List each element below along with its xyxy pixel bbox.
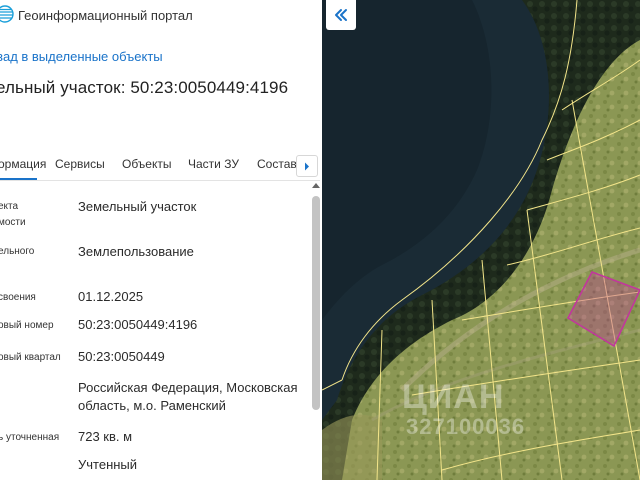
prop-label-object-type-2: мости — [0, 217, 26, 228]
chevron-right-icon — [305, 162, 309, 171]
prop-label-land-type: ельного — [0, 246, 35, 257]
portal-header: Геоинформационный портал — [0, 0, 322, 32]
prop-label-cadastral-quarter: овый квартал — [0, 352, 61, 363]
tabs-divider — [0, 180, 320, 181]
tab-bar: ормация Сервисы Объекты Части ЗУ Состав — [0, 150, 322, 180]
double-chevron-left-icon — [335, 9, 347, 21]
scrollbar-up-arrow[interactable] — [312, 183, 320, 188]
prop-value-land-type: Землепользование — [78, 244, 194, 259]
info-panel: Геоинформационный портал зад в выделенны… — [0, 0, 322, 480]
collapse-panel-button[interactable] — [326, 0, 356, 30]
tab-composition[interactable]: Состав — [257, 157, 297, 171]
object-title: ельный участок: 50:23:0050449:4196 — [0, 78, 289, 97]
prop-label-cadastral-number: овый номер — [0, 320, 54, 331]
tab-services[interactable]: Сервисы — [55, 157, 105, 171]
portal-title: Геоинформационный портал — [18, 8, 193, 23]
prop-value-cadastral-quarter: 50:23:0050449 — [78, 349, 165, 364]
prop-value-assign-date: 01.12.2025 — [78, 289, 144, 304]
globe-icon — [0, 5, 14, 23]
panel-scrollbar-thumb[interactable] — [312, 196, 320, 410]
tab-information[interactable]: ормация — [0, 157, 46, 171]
prop-label-object-type: екта — [0, 201, 19, 212]
prop-value-cadastral-number: 50:23:0050449:4196 — [78, 317, 198, 332]
prop-value-area: 723 кв. м — [78, 429, 133, 444]
back-to-selected-link[interactable]: зад в выделенные объекты — [0, 49, 163, 64]
map-view[interactable]: ЦИАН 327100036 — [322, 0, 640, 480]
map-watermark: ЦИАН — [402, 378, 505, 416]
tabs-scroll-right-button[interactable] — [296, 155, 318, 177]
prop-label-assign-date: своения — [0, 292, 36, 303]
map-watermark-id: 327100036 — [406, 414, 526, 439]
prop-value-address: Российская Федерация, Московская область… — [78, 380, 298, 413]
tab-objects[interactable]: Объекты — [122, 157, 172, 171]
prop-value-object-type: Земельный участок — [78, 199, 197, 214]
tab-parts[interactable]: Части ЗУ — [188, 157, 239, 171]
prop-value-status: Учтенный — [78, 457, 138, 472]
prop-label-area: ь уточненная — [0, 432, 60, 443]
